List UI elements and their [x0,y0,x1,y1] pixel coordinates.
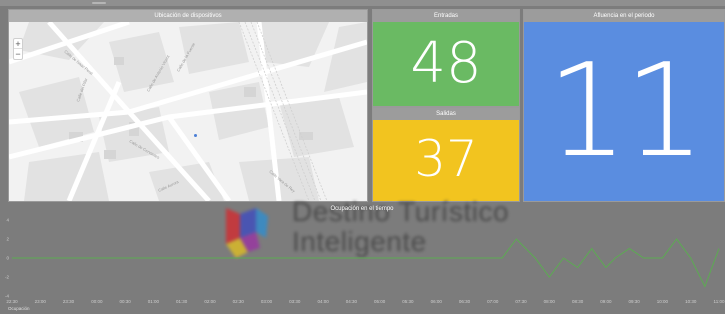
dashboard-top-bar [0,0,725,6]
series-line [12,238,720,288]
x-tick-label: 23:00 [35,299,47,304]
x-tick-label: 07:00 [487,299,499,304]
x-tick-label: 04:30 [346,299,358,304]
x-tick-label: 07:30 [515,299,527,304]
zoom-in-button[interactable]: + [14,39,22,49]
y-tick-label: 0 [6,256,9,261]
map-panel-title: Ubicación de dispositivos [9,10,367,22]
x-tick-label: 06:30 [459,299,471,304]
drag-handle[interactable] [92,2,106,4]
afluencia-panel: Afluencia en el periodo 11 [523,9,725,202]
x-tick-label: 02:00 [204,299,216,304]
chart-legend: Ocupación [8,306,30,311]
salidas-value: 37 [414,130,478,188]
zoom-control: + − [13,38,23,60]
y-tick-label: -4 [5,294,9,299]
x-tick-label: 10:00 [657,299,669,304]
x-tick-label: 03:30 [289,299,301,304]
x-tick-label: 00:00 [91,299,103,304]
entradas-title: Entradas [373,10,519,22]
x-tick-label: 01:00 [148,299,160,304]
chart-title: Ocupación en el tiempo [330,206,394,212]
map-panel: Ubicación de dispositivos Calle de Isaac… [8,9,368,202]
salidas-panel: Salidas 37 [372,107,520,202]
x-tick-label: 10:30 [685,299,697,304]
x-tick-label: 05:30 [402,299,414,304]
entradas-value: 48 [410,31,482,96]
x-tick-label: 03:00 [261,299,273,304]
afluencia-value: 11 [546,37,706,186]
zoom-out-button[interactable]: − [14,49,22,59]
y-tick-label: 4 [6,218,9,223]
x-tick-label: 02:30 [233,299,245,304]
x-tick-label: 01:30 [176,299,188,304]
x-tick-label: 09:30 [629,299,641,304]
x-tick-label: 11:00 [714,299,725,304]
map-tiles: Calle de Isaac Peral Calle de Antonio Vi… [9,22,367,201]
x-tick-label: 05:00 [374,299,386,304]
afluencia-title: Afluencia en el periodo [524,10,724,22]
occupancy-chart: 4 2 0 -2 -422:30 23:00 23:30 00:00 00:30 01:00 01:… [5,218,725,305]
occupancy-chart-panel: Destino Turístico Inteligente 4 2 0 -2 -4 22:… [0,196,725,314]
x-tick-label: 08:30 [572,299,584,304]
x-tick-label: 09:00 [600,299,612,304]
device-marker[interactable] [194,134,197,137]
y-tick-label: -2 [5,275,9,280]
device-map[interactable]: Calle de Isaac Peral Calle de Antonio Vi… [9,22,367,201]
salidas-title: Salidas [373,108,519,120]
x-tick-label: 08:00 [544,299,556,304]
x-tick-label: 00:30 [119,299,131,304]
x-tick-label: 04:00 [317,299,329,304]
x-tick-label: 23:30 [63,299,75,304]
x-tick-label: 06:00 [431,299,443,304]
entradas-panel: Entradas 48 [372,9,520,107]
y-tick-label: 2 [6,237,9,242]
x-tick-label: 22:30 [6,299,18,304]
